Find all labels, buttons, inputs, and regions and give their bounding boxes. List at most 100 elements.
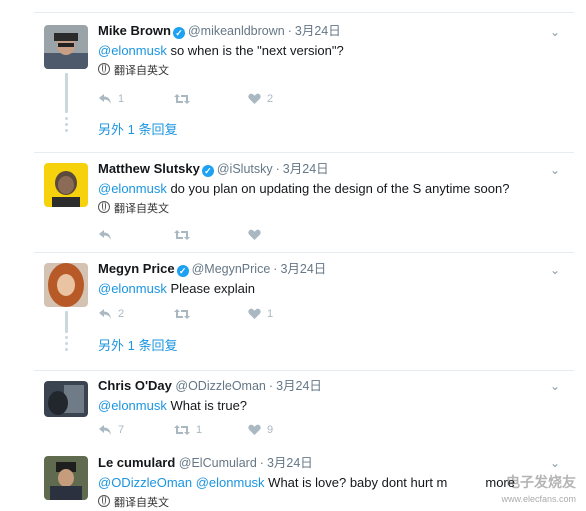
verified-badge-icon: ✓ (172, 27, 185, 39)
separator-dot: · (287, 24, 292, 38)
avatar[interactable] (44, 381, 88, 417)
display-name[interactable]: Megyn Price (98, 261, 175, 276)
avatar[interactable] (44, 456, 88, 500)
chevron-down-icon[interactable]: ⌄ (548, 25, 562, 39)
like-button[interactable]: 9 (248, 421, 273, 439)
show-more-replies[interactable]: 另外 1 条回复 (98, 121, 177, 139)
heart-icon (248, 93, 261, 104)
reply-icon (99, 230, 111, 240)
globe-icon (98, 495, 110, 507)
show-more-replies[interactable]: 另外 1 条回复 (98, 337, 177, 355)
translate-label: 翻译自英文 (114, 497, 169, 509)
display-name[interactable]: Mike Brown (98, 23, 171, 38)
timestamp[interactable]: 3月24日 (283, 162, 329, 176)
tweet-actions: 1 2 (98, 90, 518, 108)
thread-line (65, 311, 68, 333)
handle[interactable]: @MegynPrice (192, 262, 271, 276)
chevron-down-icon[interactable]: ⌄ (548, 456, 562, 470)
tweet[interactable]: Chris O'Day @ODizzleOman · 3月24日 @elonmusk… (34, 371, 574, 446)
retweet-button[interactable]: 1 (174, 421, 202, 439)
avatar[interactable] (44, 263, 88, 307)
mention-link[interactable]: @elonmusk (98, 398, 167, 413)
display-name[interactable]: Le cumulard (98, 455, 175, 470)
retweet-icon (174, 425, 190, 435)
like-count: 9 (267, 424, 274, 436)
separator-dot: · (273, 262, 278, 276)
avatar[interactable] (44, 163, 88, 207)
timestamp[interactable]: 3月24日 (295, 24, 341, 38)
separator-dot: · (268, 379, 274, 393)
tweet-actions: 7 1 9 (98, 421, 518, 439)
reply-button[interactable]: 7 (98, 421, 124, 439)
display-name[interactable]: Matthew Slutsky (98, 161, 200, 176)
tweet-body: What is love? baby dont hurt m (264, 475, 448, 490)
tweet-actions: 2 1 (98, 305, 518, 323)
timestamp[interactable]: 3月24日 (276, 379, 322, 393)
tweet-text: @elonmusk so when is the "next version"? (98, 42, 548, 60)
like-button[interactable] (248, 226, 267, 244)
retweet-icon (174, 230, 190, 240)
reply-icon (99, 94, 111, 104)
chevron-down-icon[interactable]: ⌄ (548, 163, 562, 177)
tweet-text: @ODizzleOman @elonmusk What is love? bab… (98, 474, 548, 492)
tweet[interactable]: Matthew Slutsky ✓ @iSlutsky · 3月24日 @elonmus… (34, 153, 574, 253)
separator-dot: · (259, 456, 264, 470)
reply-button[interactable]: 2 (98, 305, 124, 323)
tweet-body: Please explain (166, 281, 256, 296)
thread-dots (65, 336, 68, 354)
timestamp[interactable]: 3月24日 (267, 456, 313, 470)
thread-dots (65, 117, 68, 135)
tweet-body: so when is the "next version"? (166, 43, 344, 58)
handle[interactable]: @mikeanldbrown (188, 24, 285, 38)
reply-button[interactable] (98, 226, 118, 244)
translate-link[interactable]: 翻译自英文 (98, 63, 548, 79)
tweet-text: @elonmusk What is true? (98, 397, 548, 415)
heart-icon (248, 308, 261, 319)
watermark-logo: 电子发烧友 (506, 474, 576, 490)
verified-badge-icon: ✓ (201, 165, 214, 177)
translate-link[interactable]: 翻译自英文 (98, 201, 548, 217)
retweet-count: 1 (196, 424, 203, 436)
tweet-body: do you plan on updating the design of th… (166, 181, 510, 196)
reply-count: 2 (118, 308, 125, 320)
display-name[interactable]: Chris O'Day (98, 378, 172, 393)
like-button[interactable]: 2 (248, 90, 273, 108)
chevron-down-icon[interactable]: ⌄ (548, 379, 562, 393)
like-button[interactable]: 1 (248, 305, 273, 323)
mention-link[interactable]: @elonmusk (98, 43, 167, 58)
mention-link[interactable]: @ODizzleOman @elonmusk (98, 475, 265, 490)
globe-icon (98, 63, 110, 75)
retweet-icon (174, 94, 190, 104)
tweet[interactable]: Megyn Price ✓ @MegynPrice · 3月24日 @elonmusk … (34, 253, 574, 371)
reply-button[interactable]: 1 (98, 90, 124, 108)
tweet[interactable]: Mike Brown ✓ @mikeanldbrown · 3月24日 @elonmus… (34, 13, 574, 153)
mention-link[interactable]: @elonmusk (98, 181, 167, 196)
retweet-button[interactable] (174, 90, 196, 108)
tweet-body: What is true? (166, 398, 248, 413)
avatar[interactable] (44, 25, 88, 69)
separator-dot: · (275, 162, 280, 176)
heart-icon (248, 229, 261, 240)
handle[interactable]: @ElCumulard (179, 456, 257, 470)
like-count: 2 (267, 93, 274, 105)
tweet[interactable]: Le cumulard @ElCumulard · 3月24日 @ODizzleOm… (34, 446, 574, 509)
translate-link[interactable]: 翻译自英文 (98, 495, 548, 511)
tweet-actions (98, 226, 518, 244)
verified-badge-icon: ✓ (176, 265, 189, 277)
globe-icon (98, 201, 110, 213)
reply-count: 1 (118, 93, 125, 105)
like-count: 1 (267, 308, 274, 320)
timestamp[interactable]: 3月24日 (280, 262, 326, 276)
handle[interactable]: @ODizzleOman (175, 379, 266, 393)
retweet-button[interactable] (174, 226, 196, 244)
retweet-button[interactable] (174, 305, 196, 323)
reply-count: 7 (118, 424, 125, 436)
chevron-down-icon[interactable]: ⌄ (548, 263, 562, 277)
translate-label: 翻译自英文 (114, 65, 169, 77)
handle[interactable]: @iSlutsky (217, 162, 273, 176)
retweet-icon (174, 309, 190, 319)
thread-line (65, 73, 68, 113)
watermark-url: www.elecfans.com (501, 494, 576, 504)
reply-icon (99, 425, 111, 435)
mention-link[interactable]: @elonmusk (98, 281, 167, 296)
